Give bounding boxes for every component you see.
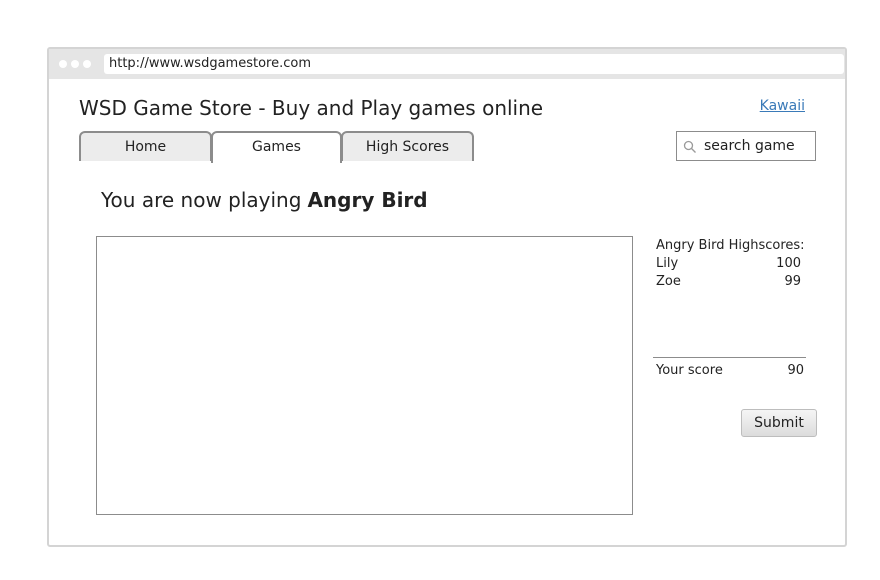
highscores-panel: Angry Bird Highscores: Lily 100 Zoe 99: [656, 237, 816, 291]
highscore-score: 99: [784, 274, 801, 289]
game-name: Angry Bird: [307, 188, 428, 212]
highscore-player: Zoe: [656, 274, 681, 289]
tab-games[interactable]: Games: [211, 131, 342, 163]
submit-button[interactable]: Submit: [741, 409, 817, 437]
highscore-row: Zoe 99: [656, 273, 801, 291]
search-input[interactable]: [704, 132, 812, 160]
highscore-row: Lily 100: [656, 255, 801, 273]
score-divider: [653, 357, 806, 358]
url-field[interactable]: http://www.wsdgamestore.com: [104, 54, 844, 74]
highscore-player: Lily: [656, 256, 679, 271]
highscores-title: Angry Bird Highscores:: [656, 238, 805, 253]
window-dot-icon: [71, 60, 79, 68]
site-title: WSD Game Store - Buy and Play games onli…: [79, 96, 544, 120]
window-dot-icon: [83, 60, 91, 68]
game-canvas[interactable]: [96, 236, 633, 515]
search-icon: [683, 140, 696, 153]
tab-home[interactable]: Home: [79, 131, 212, 161]
window-controls: [59, 60, 95, 68]
highscore-score: 100: [776, 256, 801, 271]
search-box[interactable]: [676, 131, 816, 161]
now-playing-label: You are now playing: [101, 188, 302, 212]
browser-window: http://www.wsdgamestore.com WSD Game Sto…: [47, 47, 847, 547]
window-dot-icon: [59, 60, 67, 68]
browser-address-bar: http://www.wsdgamestore.com: [49, 49, 845, 79]
your-score-label: Your score: [656, 363, 723, 378]
user-link[interactable]: Kawaii: [760, 98, 805, 114]
tab-high-scores[interactable]: High Scores: [341, 131, 474, 161]
your-score-row: Your score 90: [656, 362, 804, 380]
your-score-value: 90: [787, 363, 804, 378]
now-playing-heading: You are now playing Angry Bird: [101, 188, 428, 212]
